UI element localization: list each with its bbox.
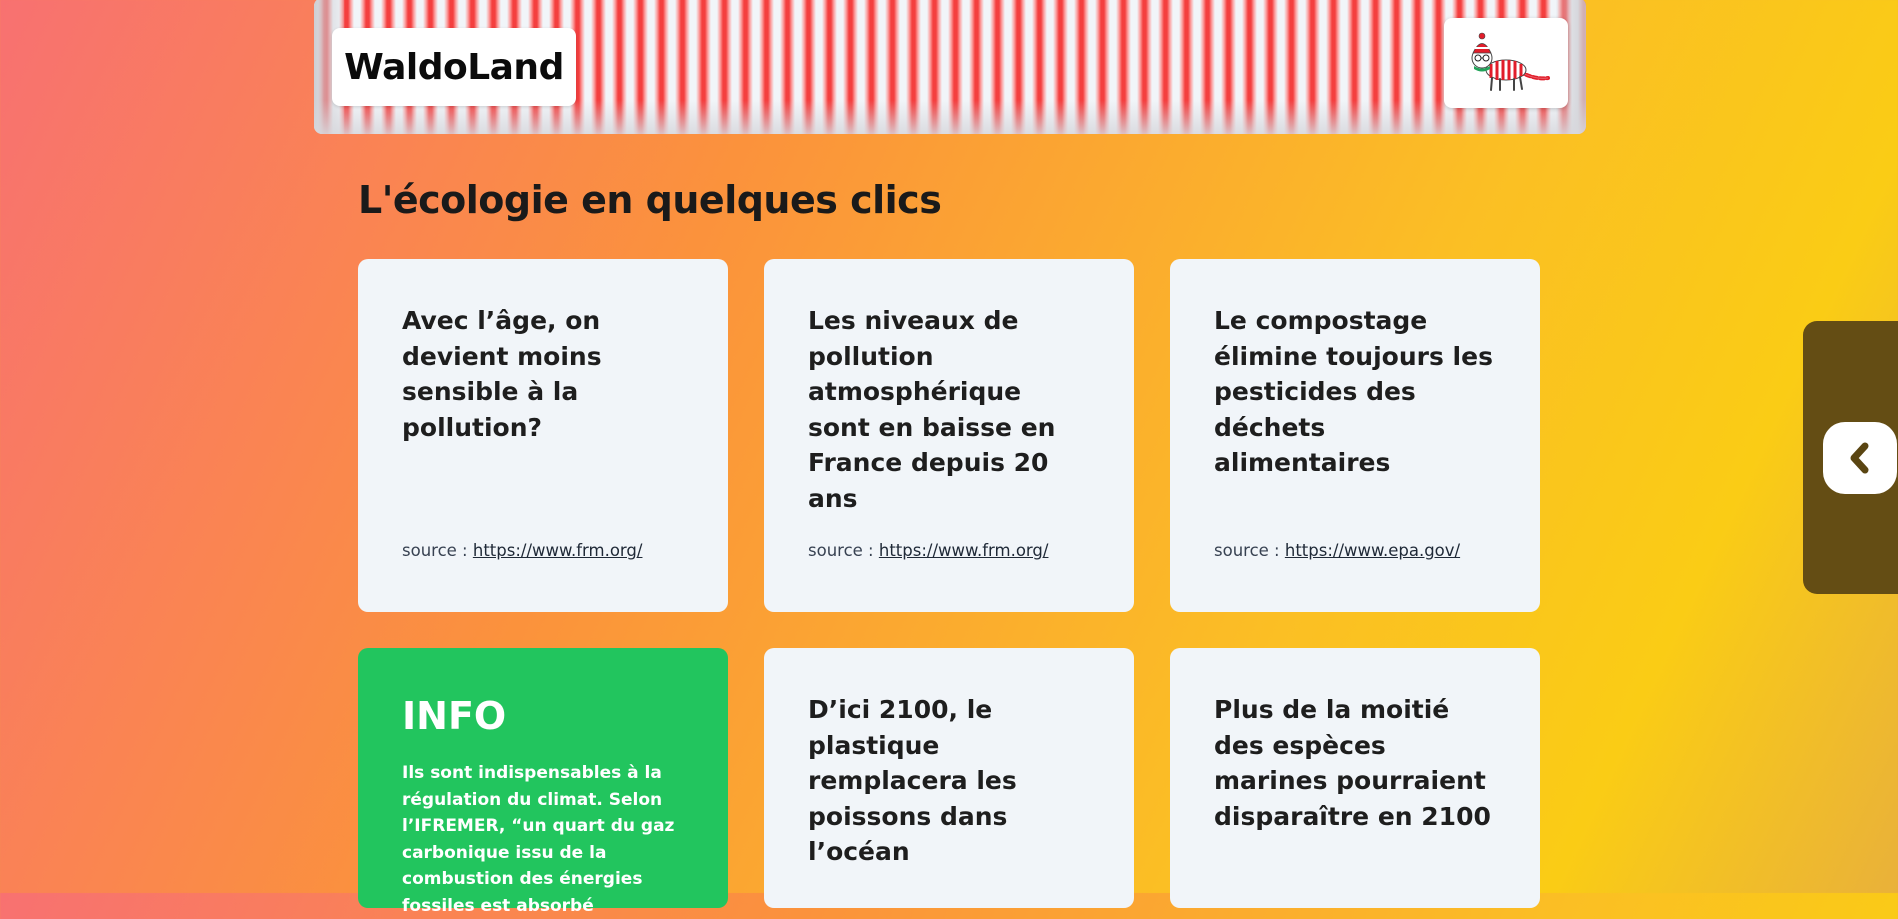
card-statement: Plus de la moitié des espèces marines po… <box>1214 695 1491 831</box>
card-statement: D’ici 2100, le plastique remplacera les … <box>808 695 1017 866</box>
source-label: source : <box>1214 541 1280 560</box>
fact-card[interactable]: Avec l’âge, on devient moins sensible à … <box>358 259 728 612</box>
side-panel-toggle-button[interactable] <box>1823 422 1897 494</box>
card-source: source : https://www.epa.gov/ <box>1214 541 1460 560</box>
waldo-cat-icon <box>1471 32 1550 91</box>
source-label: source : <box>808 541 874 560</box>
page-title: L'écologie en quelques clics <box>358 178 942 222</box>
source-label: source : <box>402 541 468 560</box>
fact-card[interactable]: Plus de la moitié des espèces marines po… <box>1170 648 1540 908</box>
fact-card[interactable]: Les niveaux de pollution atmosphérique s… <box>764 259 1134 612</box>
site-logo[interactable]: WaldoLand <box>332 28 576 106</box>
fact-card[interactable]: Le compostage élimine toujours les pesti… <box>1170 259 1540 612</box>
header-banner: WaldoLand <box>314 0 1586 134</box>
source-link[interactable]: https://www.frm.org/ <box>473 541 643 560</box>
info-title: INFO <box>402 694 507 738</box>
info-card[interactable]: INFO Ils sont indispensables à la régula… <box>358 648 728 916</box>
chevron-left-icon <box>1850 442 1869 474</box>
avatar[interactable] <box>1444 18 1568 108</box>
source-link[interactable]: https://www.frm.org/ <box>879 541 1049 560</box>
logo-text: WaldoLand <box>344 46 564 88</box>
card-statement: Le compostage élimine toujours les pesti… <box>1214 306 1493 477</box>
card-statement: Avec l’âge, on devient moins sensible à … <box>402 306 602 442</box>
info-body: Ils sont indispensables à la régulation … <box>402 763 675 916</box>
card-source: source : https://www.frm.org/ <box>808 541 1048 560</box>
card-source: source : https://www.frm.org/ <box>402 541 642 560</box>
card-statement: Les niveaux de pollution atmosphérique s… <box>808 306 1056 513</box>
fact-card[interactable]: D’ici 2100, le plastique remplacera les … <box>764 648 1134 908</box>
source-link[interactable]: https://www.epa.gov/ <box>1285 541 1460 560</box>
